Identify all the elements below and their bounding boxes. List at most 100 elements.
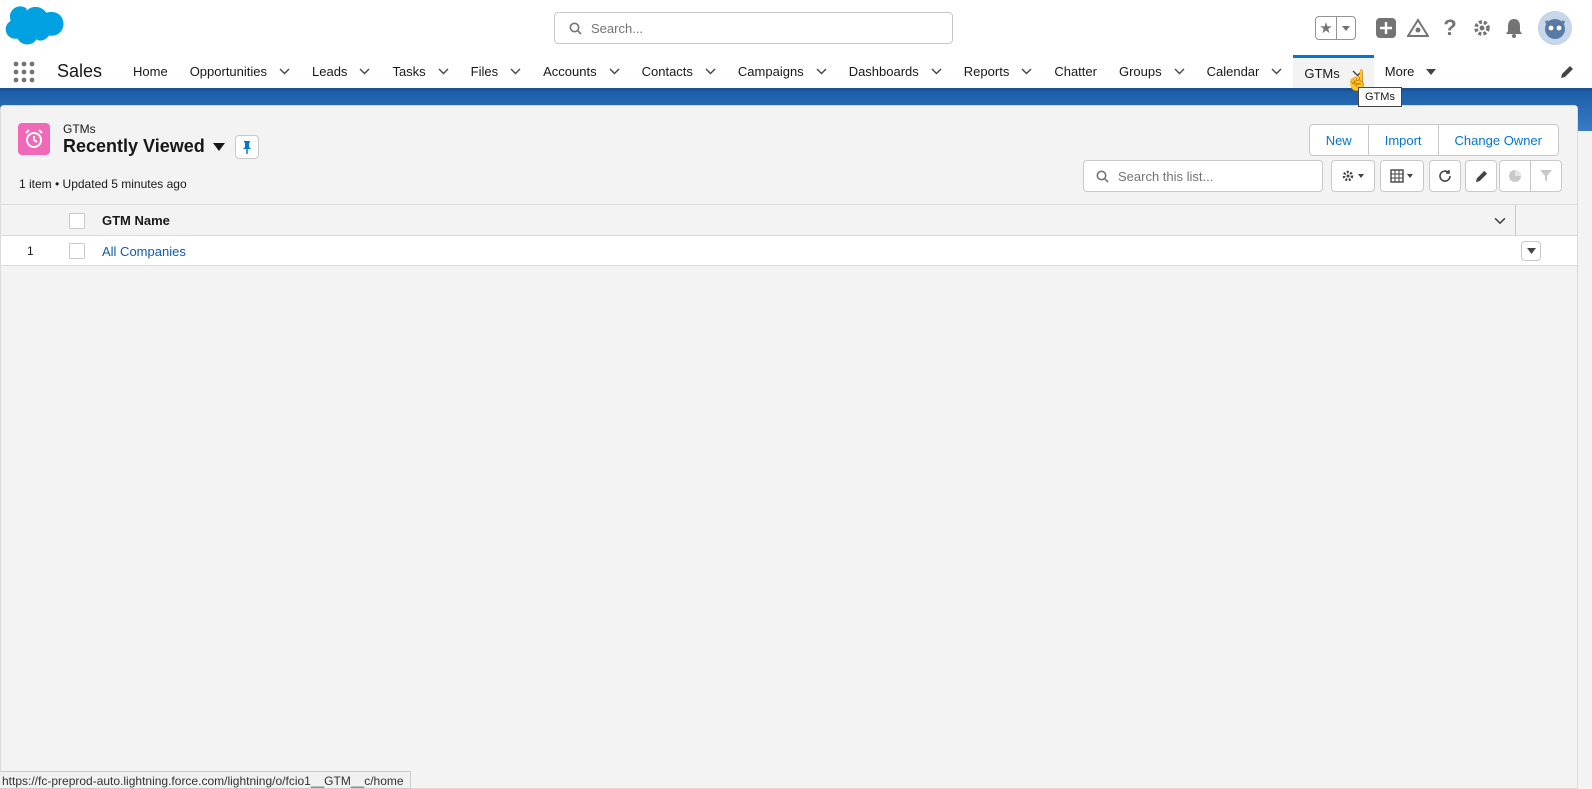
header-utility-icons: ★ ?	[1315, 10, 1592, 46]
nav-item-accounts[interactable]: Accounts	[532, 55, 630, 88]
list-actions: New Import Change Owner	[1308, 124, 1559, 156]
trailhead-icon[interactable]	[1402, 12, 1434, 44]
chevron-down-icon[interactable]	[705, 66, 716, 77]
chevron-down-icon[interactable]	[438, 66, 449, 77]
chevron-down-icon[interactable]	[359, 66, 370, 77]
row-number: 1	[27, 244, 34, 258]
list-search-input[interactable]: Search this list...	[1083, 160, 1323, 192]
row-checkbox[interactable]	[69, 243, 85, 259]
table-header: GTM Name	[1, 204, 1577, 237]
list-view-name: Recently Viewed	[63, 136, 205, 156]
search-icon	[1096, 170, 1109, 183]
column-menu-chevron-icon[interactable]	[1494, 215, 1506, 227]
chevron-down-icon[interactable]	[931, 66, 942, 77]
display-as-table-button[interactable]	[1380, 160, 1424, 192]
chevron-down-icon[interactable]	[1174, 66, 1185, 77]
nav-item-reports[interactable]: Reports	[953, 55, 1044, 88]
favorites-button-group: ★	[1315, 16, 1356, 40]
list-view-meta: 1 item • Updated 5 minutes ago	[19, 177, 187, 191]
help-icon[interactable]: ?	[1434, 12, 1466, 44]
app-name: Sales	[57, 61, 103, 81]
global-search-input[interactable]: Search...	[554, 12, 953, 44]
search-icon	[569, 22, 582, 35]
pencil-icon	[1475, 170, 1487, 182]
record-link-all-companies[interactable]: All Companies	[102, 244, 186, 259]
global-search-placeholder: Search...	[591, 20, 644, 36]
favorites-star-icon[interactable]: ★	[1316, 17, 1337, 39]
nav-item-label: Reports	[963, 64, 1010, 79]
pin-list-view-button[interactable]	[235, 135, 259, 159]
list-view-table: GTM Name 1 All Companies	[1, 204, 1577, 266]
nav-tooltip: GTMs	[1358, 87, 1402, 107]
gtm-object-alarm-icon	[18, 123, 50, 155]
nav-item-label: Groups	[1118, 64, 1162, 79]
inline-edit-button[interactable]	[1465, 160, 1497, 192]
chevron-down-icon[interactable]	[609, 66, 620, 77]
nav-item-label: Accounts	[543, 64, 597, 79]
nav-item-label: Leads	[312, 64, 348, 79]
nav-item-label: Files	[470, 64, 499, 79]
pie-chart-icon	[1509, 170, 1521, 182]
pin-icon	[243, 141, 251, 154]
nav-item-calendar[interactable]: Calendar	[1196, 55, 1294, 88]
list-view-controls-button[interactable]	[1331, 160, 1375, 192]
nav-item-leads[interactable]: Leads	[301, 55, 381, 88]
caret-down-icon	[212, 142, 225, 151]
column-divider	[1515, 205, 1516, 237]
add-icon[interactable]	[1370, 12, 1402, 44]
edit-nav-pencil-icon[interactable]	[1560, 65, 1574, 79]
refresh-button[interactable]	[1429, 160, 1461, 192]
nav-item-dashboards[interactable]: Dashboards	[838, 55, 953, 88]
nav-item-home[interactable]: Home	[122, 55, 179, 88]
import-button[interactable]: Import	[1367, 124, 1439, 156]
list-view-panel: GTMs Recently Viewed 1 item • Updated 5 …	[0, 105, 1578, 789]
select-all-checkbox[interactable]	[69, 213, 85, 229]
user-avatar[interactable]	[1538, 11, 1572, 45]
change-owner-button[interactable]: Change Owner	[1437, 124, 1559, 156]
nav-item-tasks[interactable]: Tasks	[381, 55, 459, 88]
nav-item-label: Chatter	[1054, 64, 1097, 79]
notifications-bell-icon[interactable]	[1498, 12, 1530, 44]
app-launcher-waffle-icon[interactable]	[12, 60, 36, 84]
global-header: Search... ★ ?	[0, 0, 1592, 55]
nav-item-opportunities[interactable]: Opportunities	[179, 55, 301, 88]
chevron-down-icon[interactable]	[1021, 66, 1032, 77]
list-search-placeholder: Search this list...	[1118, 168, 1214, 184]
setup-gear-icon[interactable]	[1466, 12, 1498, 44]
nav-item-chatter[interactable]: Chatter	[1043, 55, 1108, 88]
new-button[interactable]: New	[1308, 124, 1369, 156]
nav-item-contacts[interactable]: Contacts	[631, 55, 727, 88]
object-label: GTMs	[63, 122, 96, 136]
chevron-down-icon[interactable]	[1271, 66, 1282, 77]
nav-item-campaigns[interactable]: Campaigns	[727, 55, 838, 88]
nav-item-label: Tasks	[392, 64, 426, 79]
chevron-down-icon[interactable]	[816, 66, 827, 77]
nav-item-label: Contacts	[641, 64, 693, 79]
charts-button[interactable]	[1499, 160, 1531, 192]
row-action-menu-button[interactable]	[1521, 241, 1541, 261]
table-row: 1 All Companies	[1, 236, 1577, 266]
nav-item-groups[interactable]: Groups	[1108, 55, 1196, 88]
nav-item-label: More	[1384, 64, 1415, 79]
gear-icon	[1342, 170, 1364, 182]
nav-item-label: Calendar	[1206, 64, 1260, 79]
filter-icon	[1540, 170, 1552, 182]
nav-item-more[interactable]: More	[1374, 55, 1448, 88]
chevron-down-icon[interactable]	[510, 66, 521, 77]
salesforce-logo[interactable]	[4, 6, 64, 48]
nav-item-label: Home	[133, 64, 168, 79]
filters-button[interactable]	[1530, 160, 1562, 192]
chevron-down-icon[interactable]	[279, 66, 290, 77]
nav-item-label: Campaigns	[737, 64, 804, 79]
browser-status-url: https://fc-preprod-auto.lightning.force.…	[0, 771, 411, 789]
list-view-header: GTMs Recently Viewed 1 item • Updated 5 …	[1, 106, 1577, 206]
nav-items: Home Opportunities Leads Tasks Files Acc…	[122, 55, 1447, 88]
list-view-selector[interactable]: Recently Viewed	[63, 136, 225, 157]
favorites-list-caret-icon[interactable]	[1337, 17, 1355, 39]
table-icon	[1390, 169, 1413, 183]
column-header-gtm-name[interactable]: GTM Name	[102, 213, 170, 228]
refresh-icon	[1439, 170, 1451, 182]
nav-item-label: Opportunities	[189, 64, 268, 79]
nav-item-files[interactable]: Files	[460, 55, 532, 88]
caret-down-icon	[1526, 248, 1536, 254]
